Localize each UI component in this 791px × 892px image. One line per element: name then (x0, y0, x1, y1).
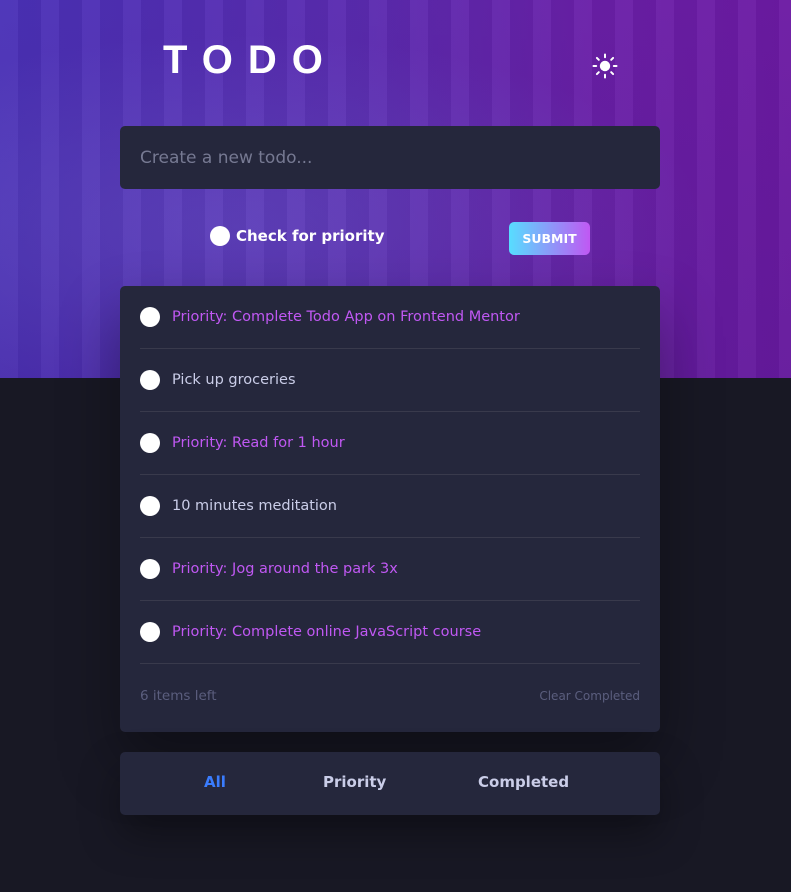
items-left-count: 6 items left (140, 688, 217, 704)
todo-checkbox[interactable] (140, 370, 160, 390)
todo-text[interactable]: Priority: Complete Todo App on Frontend … (172, 309, 520, 325)
todo-checkbox[interactable] (140, 307, 160, 327)
sun-icon[interactable] (590, 51, 620, 81)
filter-completed[interactable]: Completed (478, 773, 569, 791)
todo-checkbox[interactable] (140, 433, 160, 453)
todo-text[interactable]: Pick up groceries (172, 372, 296, 388)
todo-text[interactable]: Priority: Jog around the park 3x (172, 561, 398, 577)
todo-text[interactable]: Priority: Read for 1 hour (172, 435, 345, 451)
todo-item: 10 minutes meditation (140, 475, 640, 538)
todo-checkbox[interactable] (140, 622, 160, 642)
todo-item: Pick up groceries (140, 349, 640, 412)
new-todo-input[interactable] (140, 126, 660, 189)
filter-all[interactable]: All (204, 773, 226, 791)
submit-button[interactable]: SUBMIT (509, 222, 590, 255)
priority-option: Check for priority (210, 226, 384, 246)
filter-bar: All Priority Completed (120, 752, 660, 815)
todo-list: Priority: Complete Todo App on Frontend … (120, 286, 660, 732)
app-title: TODO (163, 38, 338, 82)
filter-priority[interactable]: Priority (323, 773, 386, 791)
todo-text[interactable]: 10 minutes meditation (172, 498, 337, 514)
clear-completed-button[interactable]: Clear Completed (539, 689, 640, 703)
todo-item: Priority: Read for 1 hour (140, 412, 640, 475)
list-footer: 6 items left Clear Completed (140, 688, 640, 704)
priority-checkbox[interactable] (210, 226, 230, 246)
priority-label: Check for priority (236, 227, 385, 245)
new-todo-field (120, 126, 660, 189)
todo-item: Priority: Complete Todo App on Frontend … (140, 286, 640, 349)
todo-item: Priority: Complete online JavaScript cou… (140, 601, 640, 664)
todo-item: Priority: Jog around the park 3x (140, 538, 640, 601)
todo-checkbox[interactable] (140, 559, 160, 579)
todo-checkbox[interactable] (140, 496, 160, 516)
todo-text[interactable]: Priority: Complete online JavaScript cou… (172, 624, 481, 640)
